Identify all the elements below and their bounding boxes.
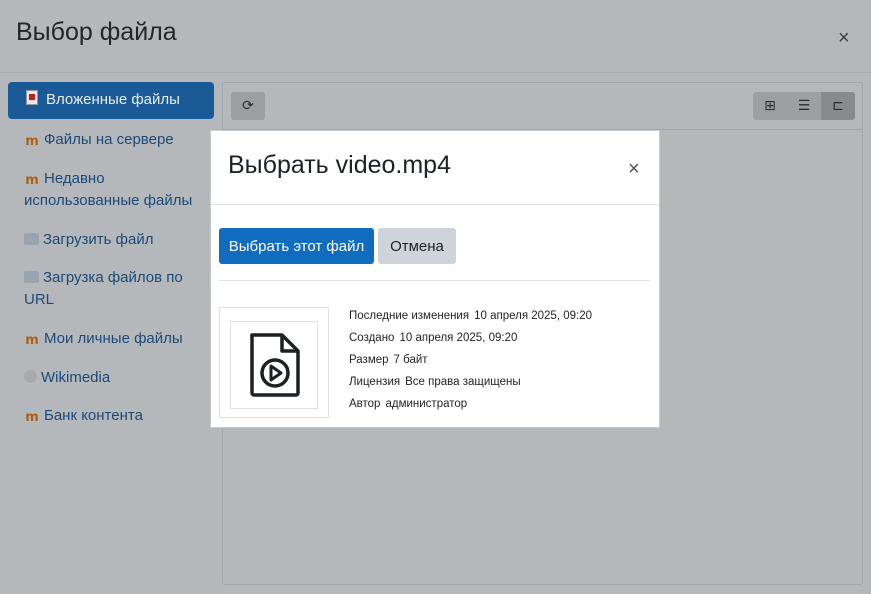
repo-label-line-2: URL — [24, 291, 55, 308]
cancel-button[interactable]: Отмена — [378, 228, 456, 264]
property-size: Размер 7 байт — [349, 353, 428, 367]
file-picker-header: Выбор файла × — [0, 0, 871, 73]
property-value: 10 апреля 2025, 09:20 — [399, 332, 518, 344]
repo-server-files[interactable]: m Файлы на сервере — [8, 129, 214, 151]
tree-view-icon: ⊏ — [832, 98, 844, 114]
repo-label: Вложенные файлы — [46, 91, 180, 108]
refresh-icon: ⟳ — [242, 98, 254, 114]
repo-url-download[interactable]: Загрузка файлов по URL — [8, 267, 214, 311]
repo-content-bank[interactable]: m Банк контента — [8, 405, 214, 427]
grid-view-icon: ⊞ — [764, 98, 776, 114]
moodle-icon: m — [25, 134, 39, 149]
property-label: Лицензия — [349, 376, 401, 388]
repo-label-line-1: Недавно — [44, 170, 105, 187]
property-license: Лицензия Все права защищены — [349, 375, 521, 389]
moodle-icon: m — [25, 173, 39, 188]
list-view-button[interactable]: ☰ — [787, 92, 821, 120]
repo-label: Банк контента — [44, 407, 143, 424]
grid-view-button[interactable]: ⊞ — [753, 92, 787, 120]
select-file-dialog: Выбрать video.mp4 × Выбрать этот файл От… — [210, 130, 660, 428]
repo-label: Файлы на сервере — [44, 131, 174, 148]
pdf-file-icon — [26, 90, 38, 105]
file-browser-toolbar: ⟳ ⊞ ☰ ⊏ — [223, 83, 862, 130]
property-modified: Последние изменения 10 апреля 2025, 09:20 — [349, 309, 592, 323]
moodle-icon: m — [25, 410, 39, 425]
repo-private-files[interactable]: m Мои личные файлы — [8, 328, 214, 350]
upload-icon — [24, 233, 39, 245]
dialog-title: Выбрать video.mp4 — [228, 151, 451, 179]
repo-label: Wikimedia — [41, 369, 111, 386]
property-created: Создано 10 апреля 2025, 09:20 — [349, 331, 517, 345]
tree-view-button[interactable]: ⊏ — [821, 92, 855, 120]
property-value: 7 байт — [393, 354, 428, 366]
divider — [219, 280, 650, 281]
repo-label-line-2: использованные файлы — [24, 192, 193, 209]
repo-attached-files[interactable]: Вложенные файлы — [8, 82, 214, 119]
video-file-icon — [250, 333, 300, 397]
file-preview — [219, 307, 329, 418]
property-author: Автор администратор — [349, 397, 467, 411]
preview-thumbnail — [230, 321, 318, 409]
repo-label-line-1: Загрузка файлов по — [43, 269, 183, 286]
repo-upload-file[interactable]: Загрузить файл — [8, 229, 214, 251]
dialog-close-icon[interactable]: × — [628, 159, 640, 179]
repo-label: Мои личные файлы — [44, 330, 183, 347]
property-value: Все права защищены — [405, 376, 521, 388]
property-value: администратор — [385, 398, 468, 410]
list-view-icon: ☰ — [797, 98, 811, 114]
wikimedia-icon — [24, 370, 37, 383]
file-picker-close-icon[interactable]: × — [838, 28, 850, 48]
property-label: Создано — [349, 332, 395, 344]
refresh-button[interactable]: ⟳ — [231, 92, 265, 120]
property-value: 10 апреля 2025, 09:20 — [474, 310, 592, 322]
dialog-header: Выбрать video.mp4 × — [211, 131, 659, 205]
moodle-icon: m — [25, 333, 39, 348]
select-this-file-button[interactable]: Выбрать этот файл — [219, 228, 374, 264]
repo-recent-files[interactable]: m Недавно использованные файлы — [8, 168, 214, 212]
upload-icon — [24, 271, 39, 283]
repo-label: Загрузить файл — [43, 231, 154, 248]
repo-wikimedia[interactable]: Wikimedia — [8, 367, 214, 389]
property-label: Размер — [349, 354, 389, 366]
property-label: Последние изменения — [349, 310, 470, 322]
property-label: Автор — [349, 398, 381, 410]
file-picker-title: Выбор файла — [16, 18, 177, 46]
